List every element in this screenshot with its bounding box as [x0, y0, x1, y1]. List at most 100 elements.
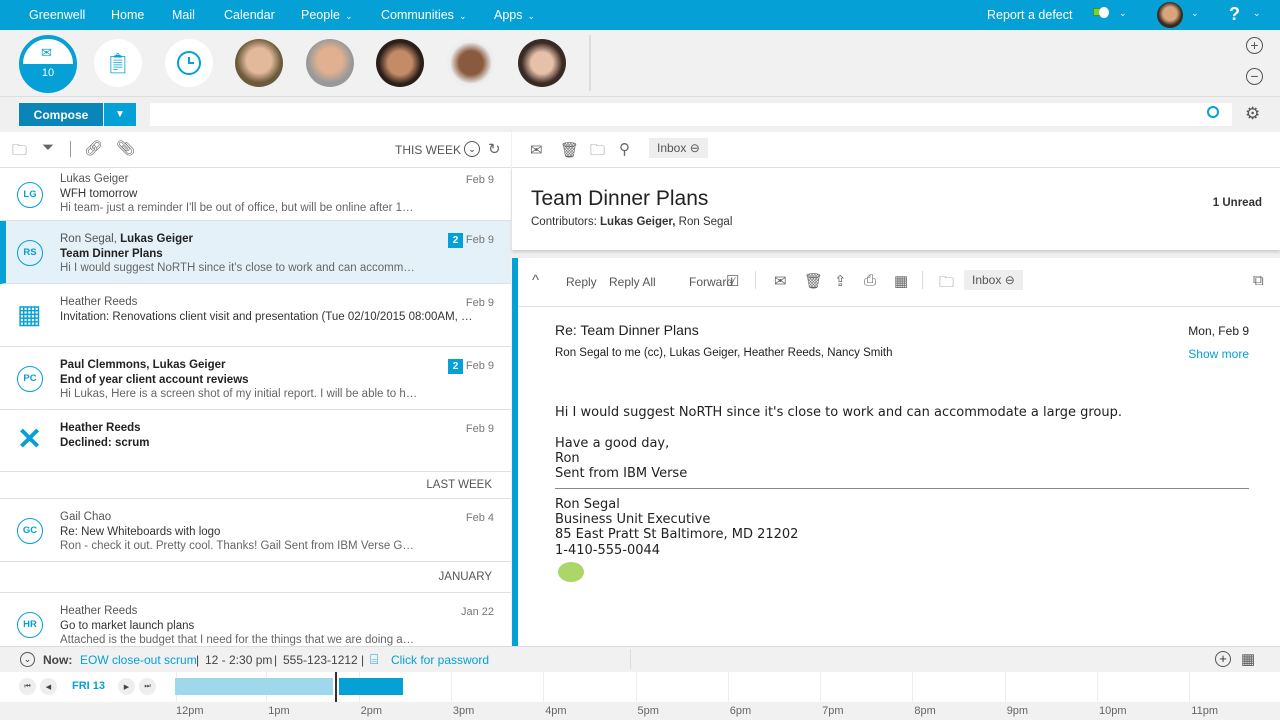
- contributor[interactable]: Ron Segal: [675, 216, 733, 228]
- first-day-icon[interactable]: ⏮: [19, 678, 36, 695]
- attachment-icon[interactable]: 📎︎: [116, 139, 135, 157]
- report-defect-link[interactable]: Report a defect: [987, 8, 1072, 22]
- hour-label: 8pm: [914, 705, 936, 717]
- nav-mail[interactable]: Mail: [172, 8, 195, 22]
- calendar-grid-icon[interactable]: ▦: [1241, 650, 1255, 668]
- hour-label: 12pm: [176, 705, 204, 717]
- remove-tag-icon[interactable]: ⊖: [1005, 273, 1015, 287]
- unread-count: 10: [41, 67, 55, 79]
- signature-line: 85 East Pratt St Baltimore, MD 21202: [555, 527, 799, 542]
- current-event-block[interactable]: [339, 678, 403, 695]
- chevron-down-icon[interactable]: ⌄: [1191, 8, 1199, 19]
- hour-gridline: [543, 672, 545, 702]
- pop-out-icon[interactable]: ⧉: [1253, 272, 1264, 289]
- chevron-down-icon[interactable]: ⌄: [1253, 8, 1261, 19]
- body-line: Sent from IBM Verse: [555, 466, 688, 481]
- now-label: Now:: [43, 653, 73, 667]
- print-icon[interactable]: ⎙: [864, 272, 876, 289]
- share-icon[interactable]: ⚲: [619, 140, 630, 158]
- zoom-in-icon[interactable]: +: [1246, 37, 1263, 54]
- contact-avatar[interactable]: [235, 39, 283, 87]
- sender: Heather Reeds: [60, 422, 141, 434]
- search-icon[interactable]: [1207, 106, 1219, 118]
- compose-dropdown-button[interactable]: ▼: [104, 103, 136, 126]
- hour-label: 3pm: [452, 705, 475, 717]
- time-filter-label[interactable]: THIS WEEK: [395, 143, 461, 157]
- reply-all-button[interactable]: Reply All: [609, 275, 656, 289]
- subject: Re: New Whiteboards with logo: [60, 526, 221, 538]
- next-day-icon[interactable]: ▶: [118, 678, 135, 695]
- trash-icon[interactable]: 🗑︎: [804, 272, 823, 290]
- email-list-item[interactable]: PC Paul Clemmons, Lukas Geiger End of year…: [0, 347, 511, 410]
- show-more-link[interactable]: Show more: [1188, 347, 1249, 361]
- quote-icon[interactable]: ⇪: [834, 272, 847, 290]
- brand-link[interactable]: Greenwell: [29, 8, 85, 22]
- inbox-tag[interactable]: Inbox ⊖: [964, 270, 1023, 290]
- email-list-item[interactable]: ▦ Heather Reeds Invitation: Renovations cl…: [0, 284, 511, 347]
- sender-initials-avatar: LG: [17, 181, 43, 208]
- user-avatar[interactable]: [1157, 2, 1183, 28]
- folder-icon[interactable]: 🗀: [939, 272, 954, 297]
- presentation-icon[interactable]: ⌸: [370, 651, 378, 668]
- contact-avatar[interactable]: [518, 39, 566, 87]
- add-event-icon[interactable]: +: [1215, 651, 1231, 667]
- chevron-down-icon[interactable]: ⌄: [20, 652, 35, 667]
- email-list-item[interactable]: ✕ Heather Reeds Declined: scrum Feb 9: [0, 410, 511, 472]
- divider: [70, 141, 71, 157]
- subject: Go to market launch plans: [60, 620, 195, 632]
- link-icon[interactable]: 🔗︎: [84, 139, 103, 157]
- contact-avatar[interactable]: [447, 39, 495, 87]
- email-list-item[interactable]: LG Lukas Geiger WFH tomorrow Hi team- just …: [0, 168, 511, 221]
- inbox-tag[interactable]: Inbox ⊖: [649, 138, 708, 158]
- mail-counter-button[interactable]: ✉ 10: [19, 35, 77, 93]
- current-day[interactable]: FRI 13: [72, 680, 105, 692]
- message-recipients: Ron Segal to me (cc), Lukas Geiger, Heat…: [555, 347, 893, 359]
- help-icon[interactable]: ?: [1229, 4, 1240, 25]
- past-event-block[interactable]: [175, 678, 333, 695]
- body-line: Hi I would suggest NoRTH since it's clos…: [555, 405, 1122, 420]
- mark-read-icon[interactable]: ✉: [530, 141, 543, 159]
- compose-button[interactable]: Compose: [19, 103, 103, 126]
- email-list-item[interactable]: RS Ron Segal, Lukas Geiger Team Dinner Pla…: [0, 221, 511, 284]
- nav-communities[interactable]: Communities ⌄: [381, 8, 466, 22]
- mark-read-icon[interactable]: ✉: [774, 272, 787, 290]
- message-pane: ^ Reply Reply All Forward ☑ ✉ 🗑︎ ⇪ ⎙ ▦ 🗀…: [512, 258, 1280, 646]
- sender-name-unread: Heather Reeds: [60, 422, 141, 434]
- refresh-icon[interactable]: ↻: [488, 140, 501, 158]
- gear-icon[interactable]: ⚙: [1245, 104, 1260, 124]
- nav-home[interactable]: Home: [111, 8, 144, 22]
- folder-icon[interactable]: 🗀: [12, 140, 27, 165]
- contact-avatar[interactable]: [376, 39, 424, 87]
- now-event-link[interactable]: EOW close-out scrum: [80, 653, 197, 667]
- chat-status-icon[interactable]: [1093, 7, 1109, 21]
- last-day-icon[interactable]: ⏭: [139, 678, 156, 695]
- sender: Paul Clemmons, Lukas Geiger: [60, 359, 226, 371]
- nav-apps[interactable]: Apps ⌄: [494, 8, 535, 22]
- remove-tag-icon[interactable]: ⊖: [690, 141, 700, 155]
- hour-gridline: [820, 672, 822, 702]
- chevron-down-icon[interactable]: ⌄: [1119, 8, 1127, 19]
- collapse-icon[interactable]: ^: [532, 272, 539, 289]
- waiting-button[interactable]: [165, 39, 213, 87]
- date: Feb 9: [465, 423, 494, 435]
- filter-icon[interactable]: ⏷: [42, 139, 54, 156]
- contact-avatar[interactable]: [306, 39, 354, 87]
- message-subject: Re: Team Dinner Plans: [555, 322, 699, 338]
- folder-icon[interactable]: 🗀: [590, 140, 605, 165]
- sep: |: [196, 653, 200, 667]
- todo-icon[interactable]: ☑: [726, 272, 739, 290]
- chevron-down-icon[interactable]: ⌄: [464, 141, 480, 157]
- reply-button[interactable]: Reply: [566, 275, 597, 289]
- trash-icon[interactable]: 🗑︎: [560, 141, 579, 159]
- zoom-out-icon[interactable]: −: [1246, 68, 1263, 85]
- nav-calendar[interactable]: Calendar: [224, 8, 275, 22]
- password-link[interactable]: Click for password: [391, 653, 489, 667]
- nav-people[interactable]: People ⌄: [301, 8, 352, 22]
- contributor-bold[interactable]: Lukas Geiger,: [600, 216, 675, 228]
- add-to-calendar-icon[interactable]: ▦: [894, 272, 908, 290]
- todo-button[interactable]: 📋︎: [94, 39, 142, 87]
- sender: Heather Reeds: [60, 296, 137, 308]
- search-input[interactable]: [150, 103, 1232, 126]
- email-list-item[interactable]: GC Gail Chao Re: New Whiteboards with logo…: [0, 499, 511, 562]
- prev-day-icon[interactable]: ◀: [40, 678, 57, 695]
